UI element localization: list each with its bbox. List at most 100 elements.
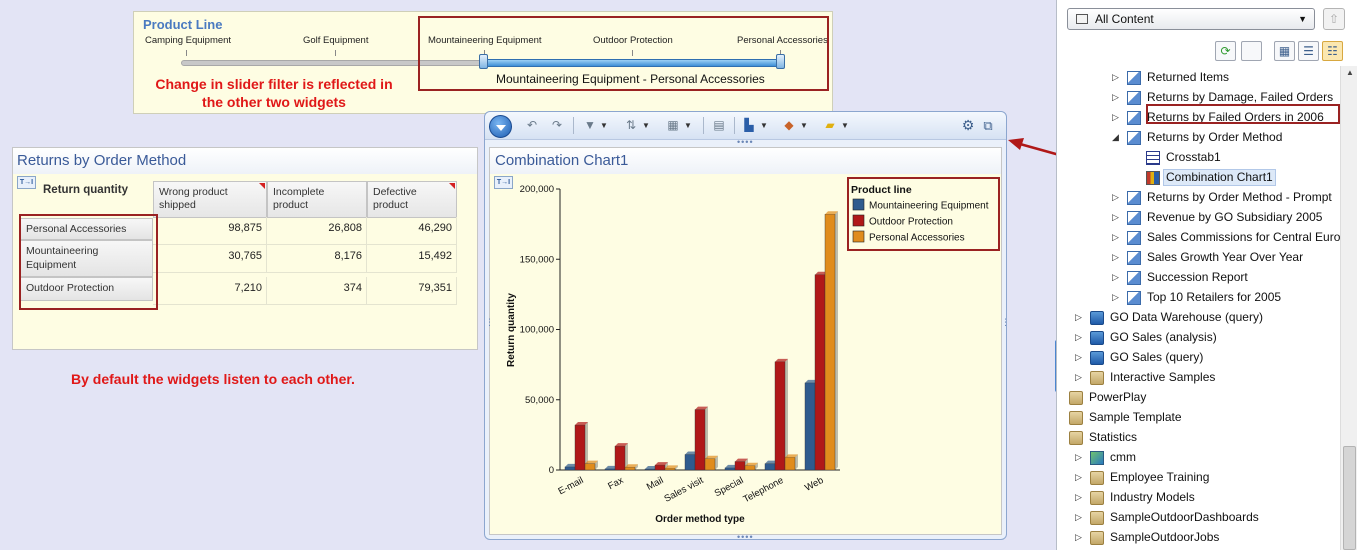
chevron-down-icon[interactable]: ▼	[760, 118, 768, 133]
tree-item[interactable]: Sample Template	[1057, 408, 1340, 428]
tree-item[interactable]: ▷ Interactive Samples	[1057, 368, 1340, 388]
y-axis-title: Return quantity	[506, 293, 517, 367]
properties-icon[interactable]	[1241, 41, 1262, 61]
crosstab-cell: 79,351	[367, 277, 457, 305]
tree-item[interactable]: ▷ GO Sales (query)	[1057, 348, 1340, 368]
collapse-caret-icon[interactable]: ◢	[1112, 132, 1119, 143]
expand-caret-icon[interactable]: ▷	[1075, 332, 1082, 343]
sort-flag-icon	[259, 183, 265, 189]
expand-caret-icon[interactable]: ▷	[1112, 272, 1119, 283]
detail-view-icon[interactable]: ☷	[1322, 41, 1343, 61]
tree-item[interactable]: ▷ Sales Commissions for Central Euro	[1057, 228, 1340, 248]
resize-handle-icon[interactable]: ••••	[737, 532, 754, 542]
bar	[784, 457, 796, 471]
expand-caret-icon[interactable]: ▷	[1075, 352, 1082, 363]
tree-item[interactable]: Crosstab1	[1057, 148, 1340, 168]
undo-icon[interactable]: ↶	[524, 118, 540, 133]
filter-icon[interactable]: ▼	[582, 118, 598, 133]
x-axis-title: Order method type	[655, 514, 745, 525]
expand-caret-icon[interactable]: ▷	[1112, 212, 1119, 223]
widget-menu-button[interactable]	[489, 115, 512, 138]
expand-caret-icon[interactable]: ▷	[1112, 112, 1119, 123]
crosstab-column-header[interactable]: Defective product	[367, 181, 457, 218]
tree-item[interactable]: ▷ GO Sales (analysis)	[1057, 328, 1340, 348]
y-tick-label: 50,000	[525, 395, 554, 406]
content-panel: All Content ▼ ⇧ ⟳ ▦ ☰ ☷ ▷ Returned Items ▷…	[1056, 0, 1357, 550]
chevron-down-icon[interactable]: ▼	[841, 118, 849, 133]
up-level-button[interactable]: ⇧	[1323, 8, 1345, 30]
folder-icon	[1090, 491, 1104, 505]
expand-caret-icon[interactable]: ▷	[1112, 192, 1119, 203]
tree-item[interactable]: ▷ cmm	[1057, 448, 1340, 468]
toggle-display-icon[interactable]: T→I	[17, 176, 36, 189]
maximize-icon[interactable]: ⧉	[980, 118, 996, 133]
expand-caret-icon[interactable]: ▷	[1112, 232, 1119, 243]
tree-item[interactable]: PowerPlay	[1057, 388, 1340, 408]
tree-item[interactable]: ◢ Returns by Order Method	[1057, 128, 1340, 148]
chevron-down-icon[interactable]: ▼	[642, 118, 650, 133]
x-tick-label: Web	[803, 475, 825, 494]
tree-item[interactable]: ▷ SampleOutdoorDashboards	[1057, 508, 1340, 528]
expand-caret-icon[interactable]: ▷	[1112, 292, 1119, 303]
tree-item[interactable]: ▷ Returns by Order Method - Prompt	[1057, 188, 1340, 208]
expand-caret-icon[interactable]: ▷	[1075, 492, 1082, 503]
bar	[764, 463, 776, 471]
expand-caret-icon[interactable]: ▷	[1075, 512, 1082, 523]
expand-caret-icon[interactable]: ▷	[1112, 92, 1119, 103]
tree-item[interactable]: ▷ GO Data Warehouse (query)	[1057, 308, 1340, 328]
chevron-down-icon[interactable]: ▼	[600, 118, 608, 133]
tree-item-label: Statistics	[1089, 430, 1138, 444]
list-view-icon[interactable]: ☰	[1298, 41, 1319, 61]
expand-caret-icon[interactable]: ▷	[1075, 452, 1082, 463]
tree-item[interactable]: ▷ Sales Growth Year Over Year	[1057, 248, 1340, 268]
x-tick-label: Sales visit	[662, 475, 705, 505]
arrow-head	[1008, 138, 1024, 150]
scrollbar-thumb[interactable]	[1343, 446, 1356, 550]
content-store-icon	[1076, 14, 1088, 24]
tree-item[interactable]: ▷ Top 10 Retailers for 2005	[1057, 288, 1340, 308]
tree-item-label: cmm	[1110, 450, 1136, 464]
palette-icon[interactable]: ◆	[781, 118, 797, 133]
tree-item[interactable]: ▷ Industry Models	[1057, 488, 1340, 508]
expand-caret-icon[interactable]: ▷	[1075, 312, 1082, 323]
slider-title: Product Line	[143, 17, 223, 32]
crosstab-cell: 374	[267, 277, 367, 305]
expand-caret-icon[interactable]: ▷	[1112, 72, 1119, 83]
crosstab-column-header[interactable]: Incomplete product	[267, 181, 367, 218]
tree-item[interactable]: Combination Chart1	[1057, 168, 1340, 188]
sort-icon[interactable]: ⇅	[623, 118, 639, 133]
settings-gear-icon[interactable]: ⚙	[960, 118, 976, 133]
tree-item[interactable]: ▷ Employee Training	[1057, 468, 1340, 488]
chart-type-icon[interactable]: ▙	[741, 118, 757, 133]
vertical-scrollbar[interactable]: ▲	[1340, 66, 1357, 550]
tree-item[interactable]: Statistics	[1057, 428, 1340, 448]
resize-handle-icon[interactable]: ••••	[737, 137, 754, 147]
tree-item-label: Sales Commissions for Central Euro	[1147, 230, 1340, 244]
expand-caret-icon[interactable]: ▷	[1075, 472, 1082, 483]
tree-item[interactable]: ▷ Succession Report	[1057, 268, 1340, 288]
y-tick-label: 0	[549, 465, 554, 476]
tree-item-label: Returned Items	[1147, 70, 1230, 84]
expand-caret-icon[interactable]: ▷	[1075, 532, 1082, 543]
tree-item[interactable]: ▷ Returned Items	[1057, 68, 1340, 88]
resize-handle-icon[interactable]: ⋮	[485, 317, 495, 328]
content-tree: ▷ Returned Items ▷ Returns by Damage, Faile…	[1057, 66, 1340, 550]
tree-item[interactable]: ▷ Revenue by GO Subsidiary 2005	[1057, 208, 1340, 228]
table-icon[interactable]: ▤	[711, 118, 727, 133]
scroll-up-icon[interactable]: ▲	[1342, 66, 1357, 80]
crosstab-column-header[interactable]: Wrong product shipped	[153, 181, 267, 218]
refresh-icon[interactable]: ⟳	[1215, 41, 1236, 61]
summarize-icon[interactable]: ▦	[665, 118, 681, 133]
tree-item[interactable]: ▷ SampleOutdoorJobs	[1057, 528, 1340, 548]
content-select[interactable]: All Content ▼	[1067, 8, 1315, 30]
resize-handle-icon[interactable]: ⋮	[1001, 317, 1011, 328]
expand-caret-icon[interactable]: ▷	[1112, 252, 1119, 263]
chevron-down-icon[interactable]: ▼	[684, 118, 692, 133]
format-icon[interactable]: ▰	[822, 118, 838, 133]
expand-caret-icon[interactable]: ▷	[1075, 372, 1082, 383]
redo-icon[interactable]: ↷	[549, 118, 565, 133]
report-icon	[1127, 251, 1141, 265]
bar	[584, 463, 596, 471]
chevron-down-icon[interactable]: ▼	[800, 118, 808, 133]
thumbnail-view-icon[interactable]: ▦	[1274, 41, 1295, 61]
